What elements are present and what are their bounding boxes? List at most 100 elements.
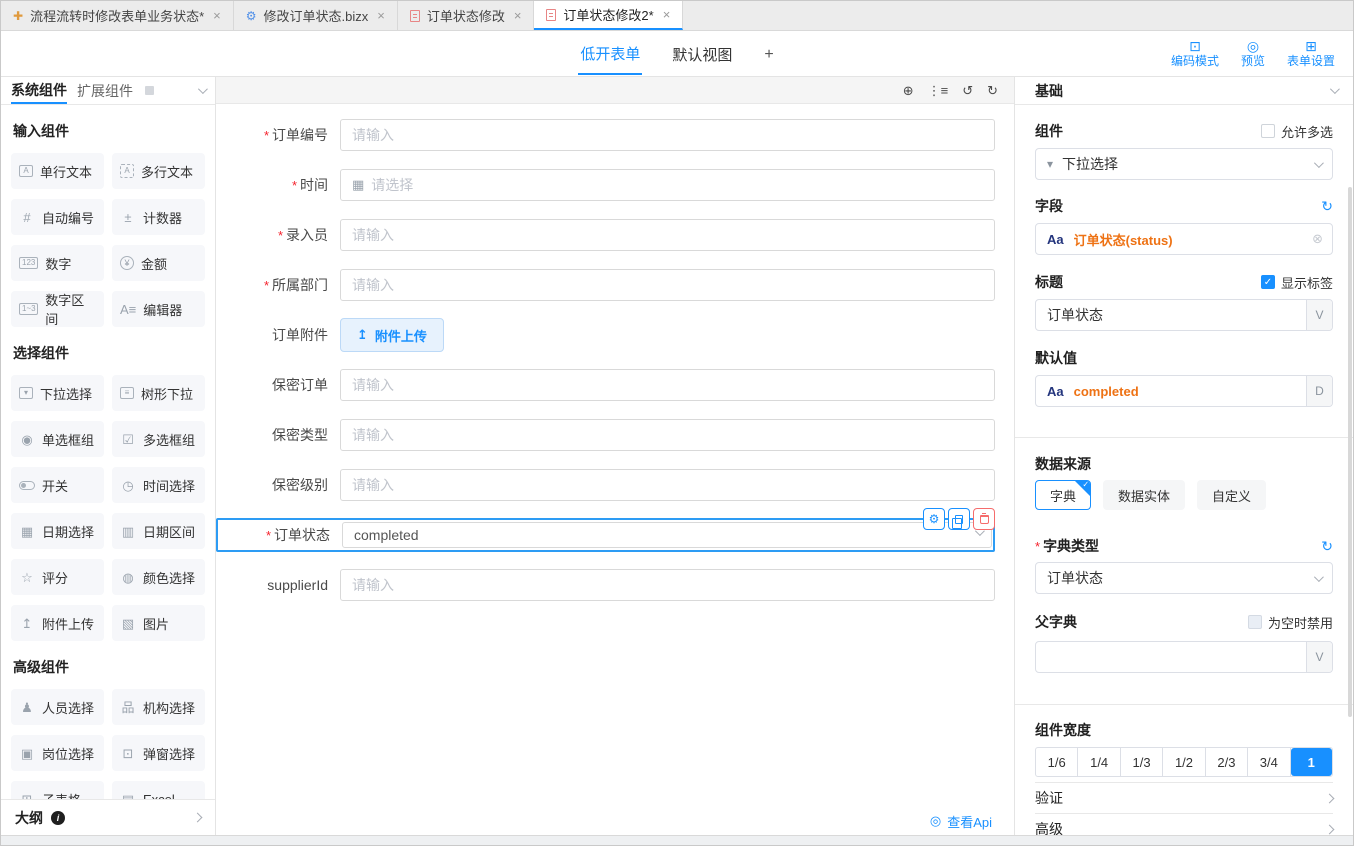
outline-footer[interactable]: 大纲 i: [1, 799, 215, 835]
palette-item-color-picker[interactable]: ◍颜色选择: [112, 559, 205, 595]
default-value-input[interactable]: Aa completed D: [1035, 375, 1333, 407]
palette-item-date-range[interactable]: ▥日期区间: [112, 513, 205, 549]
palette-item-person-picker[interactable]: ♟人员选择: [11, 689, 104, 725]
palette-item-date-picker[interactable]: ▦日期选择: [11, 513, 104, 549]
palette-tab[interactable]: 系统组件: [11, 77, 67, 104]
width-option[interactable]: 3/4: [1248, 748, 1290, 776]
action-code-mode[interactable]: ⊡编码模式: [1171, 39, 1219, 69]
field-item[interactable]: *录入员请输入: [216, 210, 995, 260]
copy-button[interactable]: [948, 508, 970, 530]
datasource-option[interactable]: 字典: [1035, 480, 1091, 510]
field-input[interactable]: ▦请选择: [340, 169, 995, 201]
palette-item-upload[interactable]: ↥附件上传: [11, 605, 104, 641]
add-view-tab[interactable]: +: [762, 35, 775, 73]
clear-icon[interactable]: ⊗: [1312, 231, 1323, 247]
width-option[interactable]: 1: [1291, 748, 1332, 776]
window-tab[interactable]: 订单状态修改×: [398, 1, 535, 30]
parent-dict-input[interactable]: V: [1035, 641, 1333, 673]
field-input[interactable]: 请输入: [340, 419, 995, 451]
palette-item-rating[interactable]: ☆评分: [11, 559, 104, 595]
datasource-option[interactable]: 自定义: [1197, 480, 1266, 510]
close-icon[interactable]: ×: [663, 7, 671, 22]
palette-item-auto-number[interactable]: #自动编号: [11, 199, 104, 235]
palette-item-popup-picker[interactable]: ⊡弹窗选择: [112, 735, 205, 771]
palette-item-image[interactable]: ▧图片: [112, 605, 205, 641]
palette-item-tree-dropdown[interactable]: ≡树形下拉: [112, 375, 205, 411]
view-tab[interactable]: 低开表单: [578, 32, 642, 75]
close-icon[interactable]: ×: [213, 8, 221, 23]
undo-icon[interactable]: ↺: [962, 84, 973, 97]
view-tab[interactable]: 默认视图: [670, 33, 734, 74]
palette-item-time-picker[interactable]: ◷时间选择: [112, 467, 205, 503]
palette-item-currency[interactable]: ¥金额: [112, 245, 205, 281]
field-binding-input[interactable]: Aa 订单状态(status) ⊗: [1035, 223, 1333, 255]
attachment-upload-button[interactable]: ↥附件上传: [340, 318, 444, 352]
inspector-header[interactable]: 基础: [1015, 77, 1353, 105]
action-preview[interactable]: ◎预览: [1241, 39, 1265, 69]
palette-item-editor[interactable]: A≡编辑器: [112, 291, 205, 327]
field-input[interactable]: 请输入: [340, 219, 995, 251]
palette-item-checkbox-group[interactable]: ☑多选框组: [112, 421, 205, 457]
palette-item-number[interactable]: 123数字: [11, 245, 104, 281]
section-验证[interactable]: 验证: [1035, 782, 1333, 813]
close-icon[interactable]: ×: [377, 8, 385, 23]
dict-type-select[interactable]: 订单状态: [1035, 562, 1333, 594]
field-input[interactable]: 请输入: [340, 369, 995, 401]
field-item[interactable]: *订单编号请输入: [216, 110, 995, 160]
palette-item-dropdown[interactable]: ▾下拉选择: [11, 375, 104, 411]
view-api-link[interactable]: ◎ 查看Api: [216, 807, 1014, 835]
delete-button[interactable]: [973, 508, 995, 530]
palette-item-number-range[interactable]: 1~3数字区间: [11, 291, 104, 327]
field-input[interactable]: 请输入: [340, 469, 995, 501]
palette-scroll[interactable]: 输入组件A单行文本A多行文本#自动编号±计数器123数字¥金额1~3数字区间A≡…: [1, 105, 215, 799]
field-item[interactable]: 保密类型请输入: [216, 410, 995, 460]
window-tab[interactable]: ✚流程流转时修改表单业务状态*×: [1, 1, 234, 30]
refresh-icon[interactable]: ↻: [1321, 538, 1333, 555]
allow-multi-checkbox[interactable]: 允许多选: [1261, 122, 1333, 141]
refresh-icon[interactable]: ↻: [1321, 198, 1333, 215]
field-input[interactable]: 请输入: [340, 569, 995, 601]
variable-suffix-button[interactable]: V: [1306, 642, 1332, 672]
palette-item-switch[interactable]: 开关: [11, 467, 104, 503]
show-label-checkbox[interactable]: ✓ 显示标签: [1261, 273, 1333, 292]
field-item[interactable]: 保密订单请输入: [216, 360, 995, 410]
field-input[interactable]: completed: [342, 522, 992, 548]
datasource-option[interactable]: 数据实体: [1103, 480, 1185, 510]
window-tab[interactable]: 订单状态修改2*×: [534, 1, 683, 30]
component-type-select[interactable]: ▾ 下拉选择: [1035, 148, 1333, 180]
width-option[interactable]: 2/3: [1206, 748, 1248, 776]
field-input[interactable]: 请输入: [340, 119, 995, 151]
close-icon[interactable]: ×: [514, 8, 522, 23]
palette-item-single-line-text[interactable]: A单行文本: [11, 153, 104, 189]
window-tab[interactable]: ⚙修改订单状态.bizx×: [234, 1, 398, 30]
globe-icon[interactable]: ⊕: [903, 84, 914, 97]
scrollbar-thumb[interactable]: [1348, 187, 1352, 717]
dynamic-suffix-button[interactable]: D: [1306, 376, 1332, 406]
field-item[interactable]: supplierId请输入: [216, 560, 995, 610]
field-item[interactable]: 保密级别请输入: [216, 460, 995, 510]
width-option[interactable]: 1/3: [1121, 748, 1163, 776]
palette-item-sub-table[interactable]: ⊞子表格: [11, 781, 104, 799]
width-option[interactable]: 1/4: [1078, 748, 1120, 776]
outline-tree-icon[interactable]: ⋮≡: [928, 84, 949, 97]
palette-item-multi-line-text[interactable]: A多行文本: [112, 153, 205, 189]
palette-item-counter[interactable]: ±计数器: [112, 199, 205, 235]
palette-item-position-picker[interactable]: ▣岗位选择: [11, 735, 104, 771]
width-option[interactable]: 1/2: [1163, 748, 1205, 776]
title-input[interactable]: 订单状态 V: [1035, 299, 1333, 331]
redo-icon[interactable]: ↻: [987, 84, 998, 97]
palette-tab[interactable]: 扩展组件: [77, 77, 133, 104]
width-option[interactable]: 1/6: [1036, 748, 1078, 776]
field-item[interactable]: 订单附件↥附件上传: [216, 310, 995, 360]
disable-when-empty-checkbox[interactable]: 为空时禁用: [1248, 613, 1333, 632]
field-item[interactable]: *时间▦请选择: [216, 160, 995, 210]
variable-suffix-button[interactable]: V: [1306, 300, 1332, 330]
action-form-settings[interactable]: ⊞表单设置: [1287, 39, 1335, 69]
chevron-down-icon[interactable]: [198, 84, 208, 94]
field-item[interactable]: *所属部门请输入: [216, 260, 995, 310]
settings-button[interactable]: ⚙: [923, 508, 945, 530]
field-selected[interactable]: *订单状态completed⚙: [216, 518, 995, 552]
section-高级[interactable]: 高级: [1035, 813, 1333, 835]
field-input[interactable]: 请输入: [340, 269, 995, 301]
palette-item-org-picker[interactable]: 品机构选择: [112, 689, 205, 725]
